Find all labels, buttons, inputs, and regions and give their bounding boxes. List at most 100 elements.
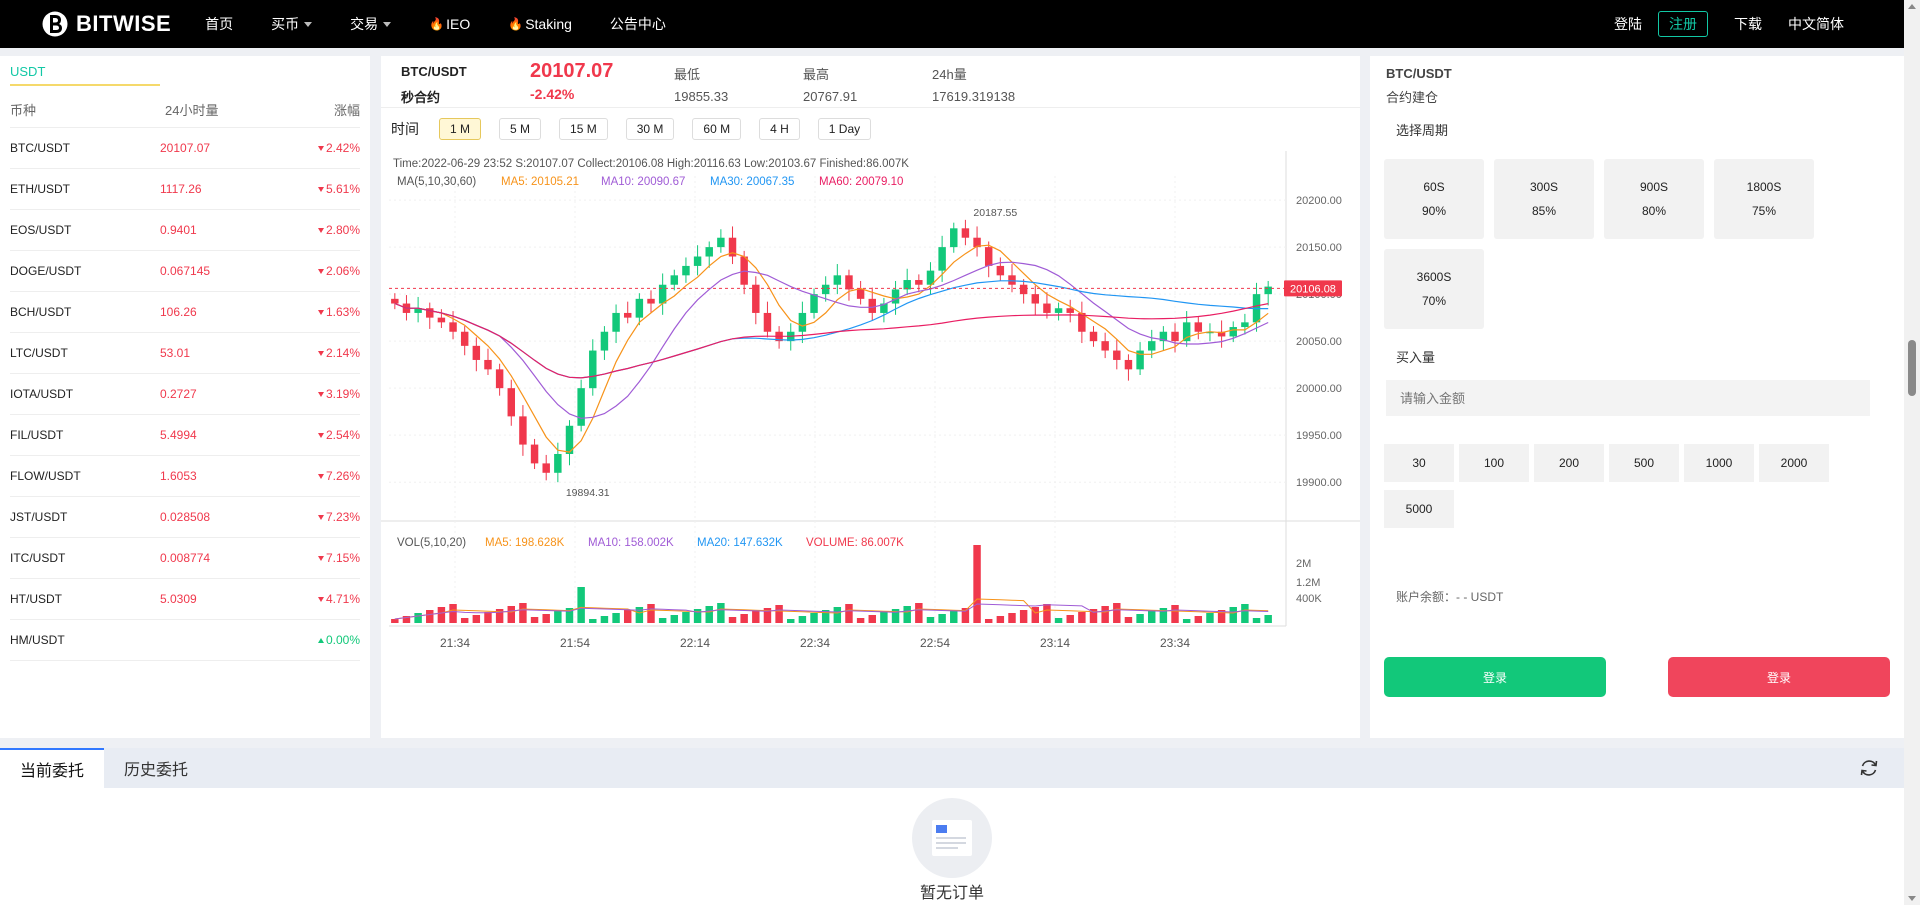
timeframe-label: 时间	[391, 121, 419, 137]
market-change-value: 2.80%	[325, 223, 360, 237]
top-nav: BITWISE 首页 买币 交易 🔥 IEO 🔥 Staking 公告中心 登陆 注册 下载 …	[0, 0, 1904, 48]
market-row[interactable]: HT/USDT 5.0309 4.71%	[10, 579, 360, 620]
nav-item-4[interactable]: 🔥 Staking	[508, 14, 572, 34]
header-volume: 24小时量	[165, 103, 219, 118]
refresh-icon[interactable]	[1858, 757, 1880, 779]
candle-body	[391, 298, 399, 304]
candle-body	[670, 275, 679, 285]
volume-bar	[926, 617, 935, 623]
candle-body	[1264, 286, 1272, 295]
amount-preset[interactable]: 100	[1459, 444, 1529, 482]
nav-item-0[interactable]: 首页	[205, 14, 233, 34]
market-row[interactable]: JST/USDT 0.028508 7.23%	[10, 497, 360, 538]
period-option[interactable]: 1800S 75%	[1714, 159, 1814, 239]
buy-up-button[interactable]: 登录	[1384, 657, 1606, 697]
period-option[interactable]: 300S 85%	[1494, 159, 1594, 239]
volume-bar	[1113, 603, 1121, 623]
scroll-down-icon[interactable]	[1908, 896, 1916, 901]
ticker-last-price: 20107.07	[530, 60, 614, 82]
volume-tick-label: 1.2M	[1296, 577, 1320, 589]
volume-bar	[915, 603, 923, 623]
candle-body	[589, 350, 597, 389]
candle-body	[460, 331, 469, 346]
amount-preset[interactable]: 5000	[1384, 490, 1454, 528]
market-tab-usdt[interactable]: USDT	[10, 56, 160, 86]
period-option[interactable]: 900S 80%	[1604, 159, 1704, 239]
market-row[interactable]: FIL/USDT 5.4994 2.54%	[10, 415, 360, 456]
chart-panel: BTC/USDT 秒合约 20107.07 -2.42% 最低 19855.33…	[381, 56, 1360, 738]
timeframe-4[interactable]: 60 M	[692, 118, 742, 140]
max-price-label: 20187.55	[973, 207, 1017, 219]
nav-item-5[interactable]: 公告中心	[610, 14, 666, 34]
login-link[interactable]: 登陆	[1614, 14, 1642, 34]
candle-body	[495, 369, 504, 389]
y-tick-label: 20150.00	[1296, 242, 1342, 254]
arrow-down-icon	[317, 597, 324, 603]
ma-line-10	[394, 261, 1269, 419]
period-option[interactable]: 60S 90%	[1384, 159, 1484, 239]
arrow-down-icon	[317, 228, 324, 234]
page-scrollbar[interactable]	[1904, 0, 1920, 905]
market-row[interactable]: ETH/USDT 1117.26 5.61%	[10, 169, 360, 210]
buy-down-button[interactable]: 登录	[1668, 657, 1890, 697]
scroll-up-icon[interactable]	[1908, 4, 1916, 9]
amount-preset[interactable]: 30	[1384, 444, 1454, 482]
amount-preset[interactable]: 1000	[1684, 444, 1754, 482]
timeframe-1[interactable]: 5 M	[499, 118, 542, 140]
market-row[interactable]: BCH/USDT 106.26 1.63%	[10, 292, 360, 333]
ticker-low: 最低 19855.33	[674, 64, 728, 104]
logo[interactable]: BITWISE	[42, 9, 171, 39]
timeframe-6[interactable]: 1 Day	[817, 118, 872, 140]
candle-body	[810, 294, 818, 313]
candle-body	[612, 312, 620, 332]
volume-bar	[1182, 619, 1191, 623]
market-change: 0.00%	[280, 633, 360, 647]
candle-body	[437, 317, 446, 323]
volume-bar	[1252, 618, 1261, 623]
amount-preset[interactable]: 200	[1534, 444, 1604, 482]
candlestick-chart[interactable]: 20200.0020150.0020100.0020050.0020000.00…	[381, 151, 1360, 701]
download-link[interactable]: 下载	[1734, 14, 1762, 34]
period-options: 60S 90% 300S 85% 900S 80% 1800S 75% 3600S 70%	[1384, 159, 1890, 339]
market-row[interactable]: ITC/USDT 0.008774 7.15%	[10, 538, 360, 579]
account-balance: 账户余额：- - USDT	[1396, 590, 1504, 604]
market-symbol: HT/USDT	[10, 592, 62, 606]
market-row[interactable]: LTC/USDT 53.01 2.14%	[10, 333, 360, 374]
market-price: 5.0309	[160, 592, 197, 606]
timeframe-3[interactable]: 30 M	[625, 118, 675, 140]
candle-body	[950, 228, 958, 248]
candle-body	[519, 416, 527, 445]
volume-label: VOL(5,10,20)	[397, 537, 466, 549]
bitwise-logo-icon	[42, 11, 68, 37]
volume-bar	[1078, 612, 1086, 623]
low-label: 最低	[674, 67, 701, 82]
market-row[interactable]: EOS/USDT 0.9401 2.80%	[10, 210, 360, 251]
timeframe-2[interactable]: 15 M	[559, 118, 608, 140]
timeframe-5[interactable]: 4 H	[759, 118, 800, 140]
nav-item-1[interactable]: 买币	[271, 14, 313, 34]
timeframe-0[interactable]: 1 M	[439, 118, 482, 140]
tab-current-orders[interactable]: 当前委托	[0, 748, 105, 788]
market-row[interactable]: FLOW/USDT 1.6053 7.26%	[10, 456, 360, 497]
volume-bar	[612, 613, 620, 623]
market-row[interactable]: IOTA/USDT 0.2727 3.19%	[10, 374, 360, 415]
amount-preset[interactable]: 500	[1609, 444, 1679, 482]
market-symbol: IOTA/USDT	[10, 387, 74, 401]
amount-preset[interactable]: 2000	[1759, 444, 1829, 482]
period-option[interactable]: 3600S 70%	[1384, 249, 1484, 329]
market-row[interactable]: BTC/USDT 20107.07 2.42%	[10, 128, 360, 169]
register-button[interactable]: 注册	[1658, 11, 1708, 37]
market-row[interactable]: DOGE/USDT 0.067145 2.06%	[10, 251, 360, 292]
nav-item-2[interactable]: 交易	[350, 14, 392, 34]
candle-body	[996, 265, 1005, 276]
market-row[interactable]: HM/USDT 0.00%	[10, 620, 360, 661]
ticker-header: BTC/USDT 秒合约 20107.07 -2.42% 最低 19855.33…	[381, 56, 1360, 108]
market-change-value: 2.06%	[325, 264, 360, 278]
scrollbar-thumb[interactable]	[1908, 340, 1916, 396]
volume-bar	[1171, 605, 1179, 623]
language-selector[interactable]: 中文简体	[1788, 14, 1844, 34]
amount-input[interactable]	[1386, 380, 1870, 416]
tab-history-orders[interactable]: 历史委托	[104, 748, 208, 788]
nav-item-3[interactable]: 🔥 IEO	[429, 14, 470, 34]
main-menu: 首页 买币 交易 🔥 IEO 🔥 Staking 公告中心	[205, 14, 704, 34]
